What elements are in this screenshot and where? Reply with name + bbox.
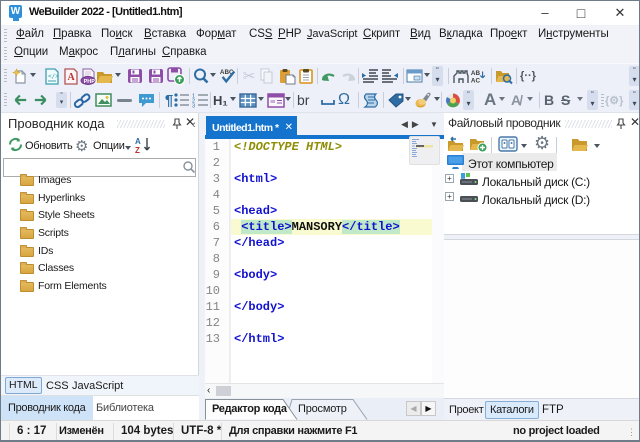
svg-text:A: A: [135, 137, 141, 146]
svg-text:A: A: [68, 72, 76, 83]
svg-text:PHP: PHP: [83, 78, 95, 84]
svg-text:AB: AB: [471, 70, 481, 77]
svg-text:Z: Z: [135, 146, 140, 154]
svg-text:</>: </>: [48, 73, 59, 80]
svg-text:AC: AC: [471, 77, 481, 84]
svg-text:3: 3: [192, 104, 195, 109]
